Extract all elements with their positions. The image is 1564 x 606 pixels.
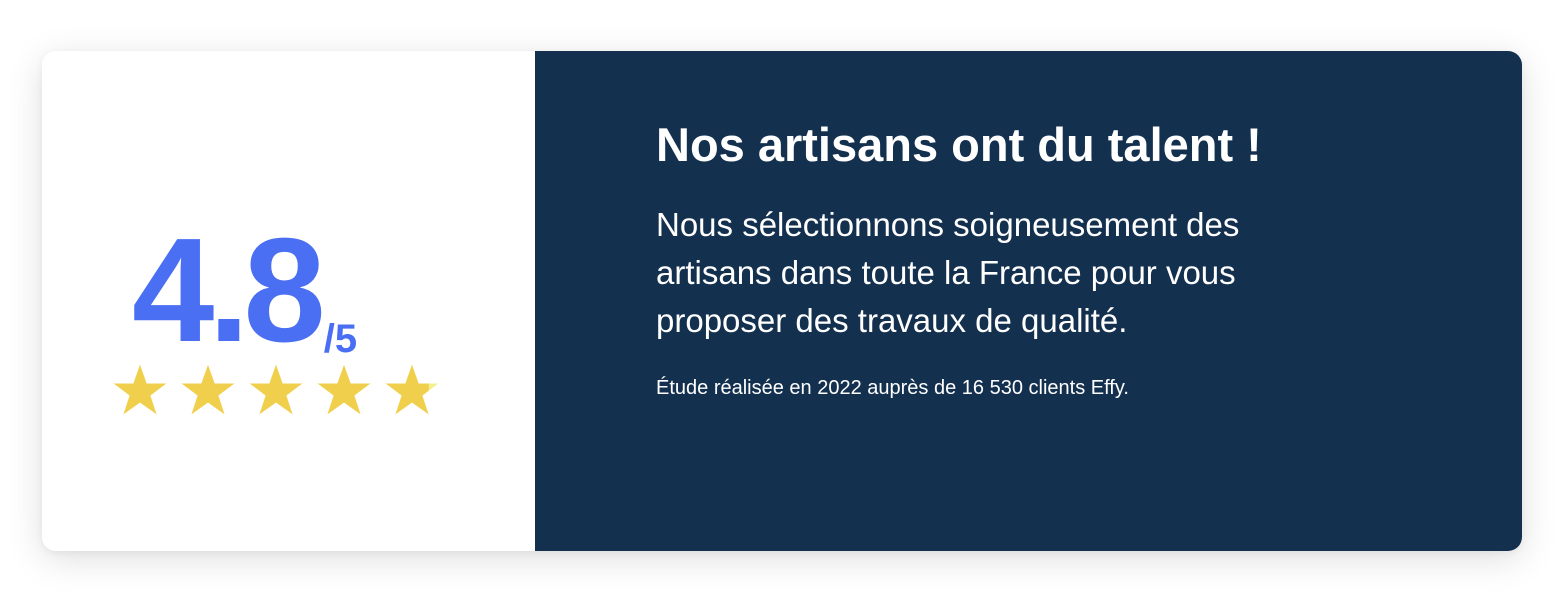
- star-icon: [385, 364, 439, 415]
- rating-score-group: 4.8 /5: [132, 217, 357, 365]
- body-text: Nous sélectionnons soigneusement des art…: [656, 206, 1240, 339]
- headline: Nos artisans ont du talent !: [656, 118, 1262, 171]
- star-rating: [112, 362, 440, 416]
- rating-banner: 4.8 /5 Nos artisans ont du talent ! Nous…: [42, 51, 1522, 551]
- survey-footnote: Étude réalisée en 2022 auprès de 16 530 …: [656, 377, 1129, 399]
- rating-max: /5: [323, 317, 358, 361]
- star-icon: [249, 364, 303, 415]
- rating-score: 4.8: [132, 208, 326, 373]
- star-icon: [113, 364, 167, 415]
- star-icon: [181, 364, 235, 415]
- rating-panel: 4.8 /5: [42, 51, 535, 551]
- info-panel: Nos artisans ont du talent ! Nous sélect…: [535, 51, 1522, 551]
- star-icon: [317, 364, 371, 415]
